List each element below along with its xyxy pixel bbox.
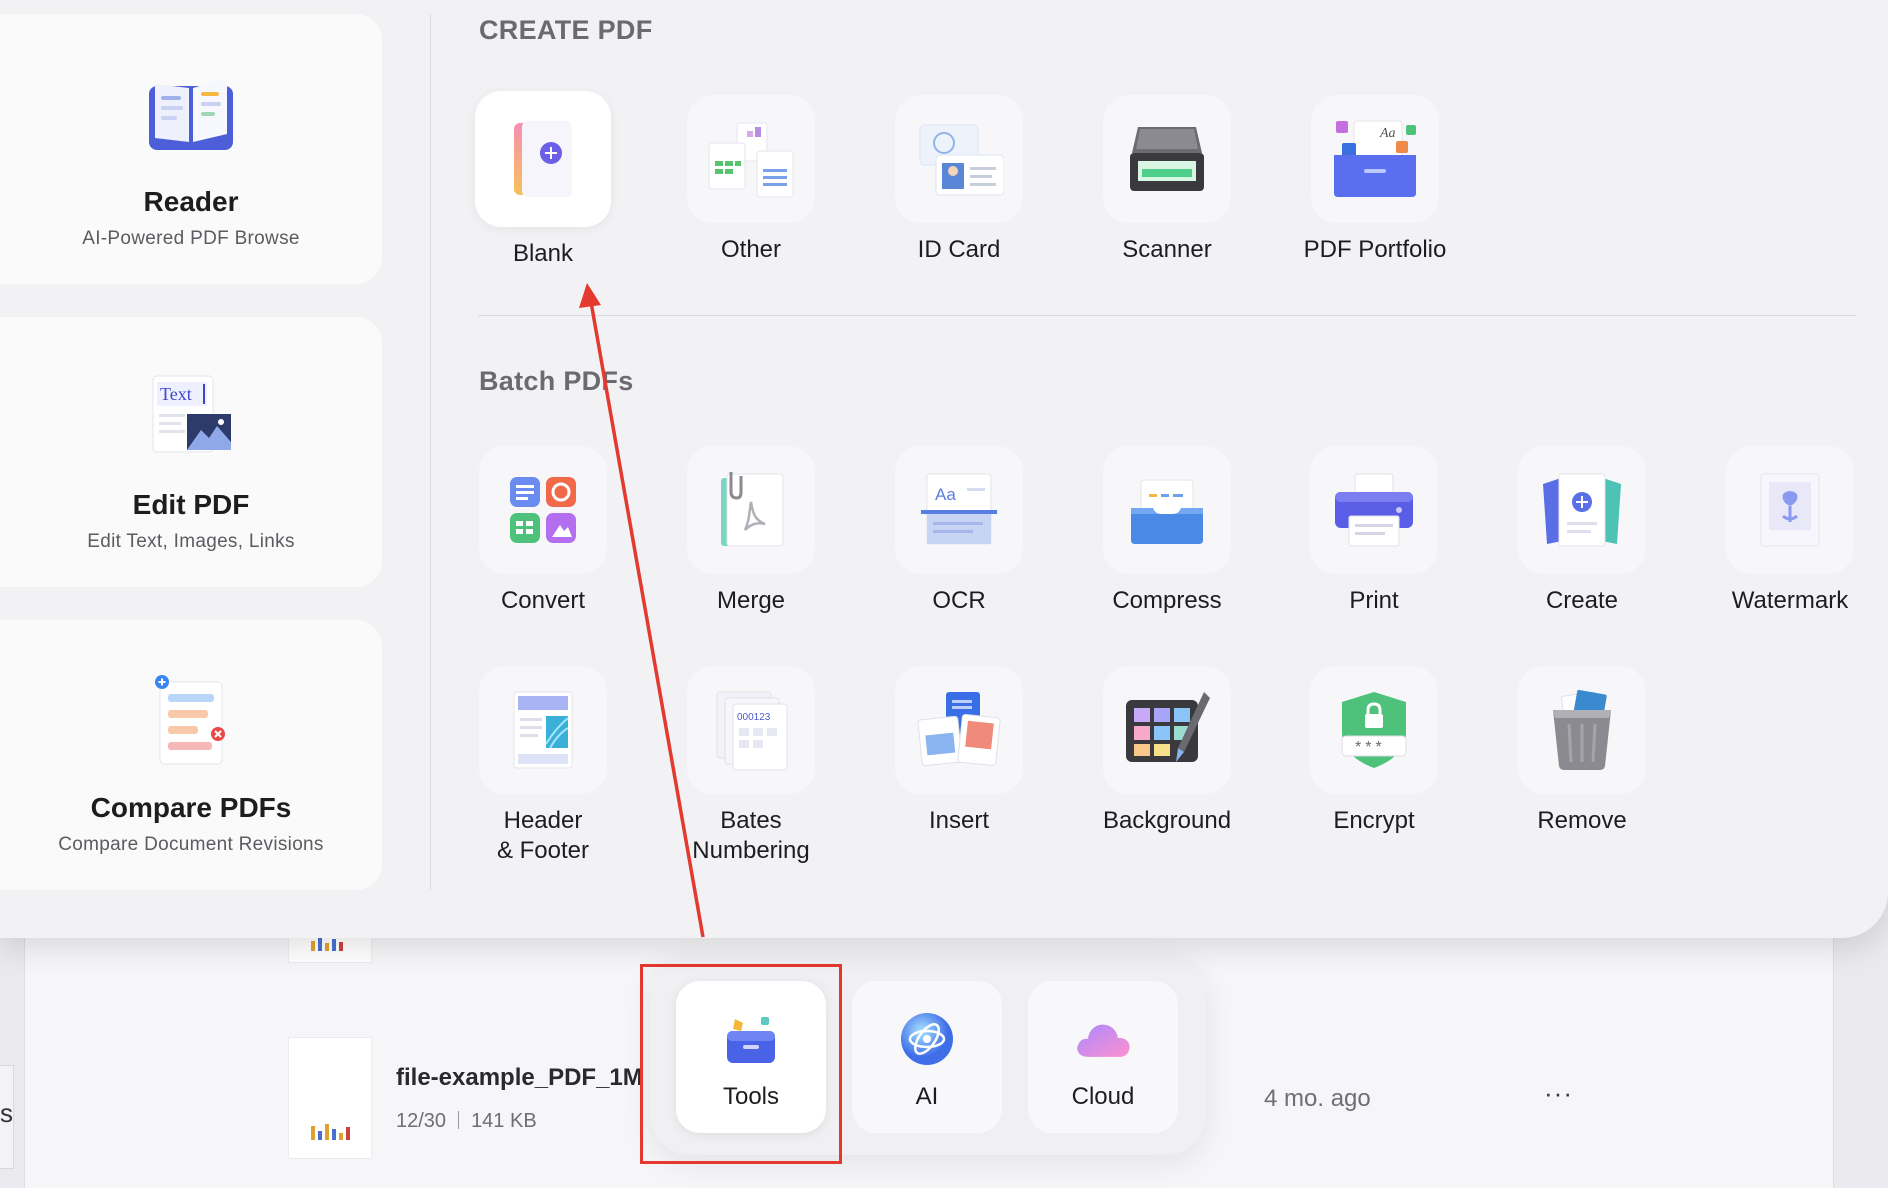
tool-label: Header & Footer (497, 806, 589, 866)
tool-watermark[interactable]: Watermark (1700, 446, 1880, 616)
tool-create[interactable]: Create (1492, 446, 1672, 616)
annotation-highlight-box (640, 964, 842, 1164)
remove-icon (1518, 666, 1646, 794)
tool-bates-numbering[interactable]: 000123 Bates Numbering (661, 666, 841, 866)
vertical-divider (430, 14, 431, 890)
tool-label: ID Card (917, 236, 1001, 263)
watermark-icon (1726, 446, 1854, 574)
file-name[interactable]: file-example_PDF_1M (396, 1064, 643, 1092)
tool-encrypt[interactable]: *** Encrypt (1284, 666, 1464, 836)
tool-label: PDF Portfolio (1303, 236, 1447, 263)
other-files-icon (687, 95, 815, 223)
card-title: Edit PDF (132, 489, 250, 520)
section-divider (478, 315, 1856, 316)
bates-icon-text: 000123 (737, 712, 771, 723)
ai-icon (897, 1009, 957, 1069)
card-subtitle: AI-Powered PDF Browse (82, 228, 300, 249)
edit-pdf-card[interactable]: Text Edit PDF Edit Text, Images, Links (0, 317, 382, 587)
tool-label: Encrypt (1333, 807, 1415, 834)
tool-header-footer[interactable]: Header & Footer (453, 666, 633, 866)
tool-convert[interactable]: Convert (453, 446, 633, 616)
blank-page-icon (475, 91, 611, 227)
insert-icon (895, 666, 1023, 794)
ocr-icon-text: Aa (935, 485, 956, 504)
dock-item-label: Cloud (1071, 1083, 1135, 1110)
tool-compress[interactable]: Compress (1077, 446, 1257, 616)
convert-icon (479, 446, 607, 574)
portfolio-icon: Aa (1311, 95, 1439, 223)
tool-id-card[interactable]: ID Card (869, 95, 1049, 265)
create-icon (1518, 446, 1646, 574)
dock-item-label: AI (915, 1083, 939, 1110)
create-pdf-heading: CREATE PDF (479, 15, 653, 45)
bates-numbering-icon: 000123 (687, 666, 815, 794)
tool-label: Merge (716, 587, 786, 614)
reader-card[interactable]: Reader AI-Powered PDF Browse (0, 14, 382, 284)
tool-scanner[interactable]: Scanner (1077, 95, 1257, 265)
tool-label: OCR (932, 587, 986, 614)
edit-text-icon: Text (136, 367, 246, 467)
tool-label: Compress (1112, 587, 1222, 614)
background-icon (1103, 666, 1231, 794)
encrypt-icon-text: *** (1355, 739, 1386, 756)
tool-label-line: Numbering (692, 837, 810, 864)
card-subtitle: Edit Text, Images, Links (87, 531, 295, 552)
portfolio-icon-text: Aa (1379, 126, 1396, 141)
tool-label: Create (1545, 587, 1619, 614)
tool-insert[interactable]: Insert (869, 666, 1049, 836)
scanner-icon (1103, 95, 1231, 223)
edit-icon-text: Text (160, 384, 192, 404)
more-options-button[interactable]: ··· (1544, 1078, 1573, 1109)
dock-ai-button[interactable]: AI (852, 981, 1002, 1133)
ocr-icon: Aa (895, 446, 1023, 574)
file-meta: 12/30 141 KB (396, 1110, 537, 1133)
id-card-icon (895, 95, 1023, 223)
file-thumbnail[interactable] (289, 1038, 371, 1158)
tool-label: Watermark (1731, 587, 1849, 614)
tool-label: Insert (928, 807, 990, 834)
header-footer-icon (479, 666, 607, 794)
encrypt-icon: *** (1310, 666, 1438, 794)
dock-cloud-button[interactable]: Cloud (1028, 981, 1178, 1133)
cloud-icon (1073, 1009, 1133, 1069)
print-icon (1310, 446, 1438, 574)
tool-merge[interactable]: Merge (661, 446, 841, 616)
book-icon (136, 64, 246, 164)
tool-label: Print (1349, 587, 1399, 614)
tool-remove[interactable]: Remove (1492, 666, 1672, 836)
tool-label: Scanner (1122, 236, 1212, 263)
tool-background[interactable]: Background (1077, 666, 1257, 836)
tool-label-line: Header (503, 807, 583, 834)
tool-label: Background (1102, 807, 1232, 834)
tool-print[interactable]: Print (1284, 446, 1464, 616)
compress-icon (1103, 446, 1231, 574)
card-title: Compare PDFs (90, 792, 292, 823)
tool-other[interactable]: Other (661, 95, 841, 265)
card-subtitle: Compare Document Revisions (58, 834, 324, 855)
tool-ocr[interactable]: Aa OCR (869, 446, 1049, 616)
tool-label: Blank (512, 240, 574, 267)
file-size: 141 KB (471, 1110, 537, 1132)
tool-pdf-portfolio[interactable]: Aa PDF Portfolio (1285, 95, 1465, 265)
tool-label: Convert (500, 587, 586, 614)
tool-label: Other (720, 236, 782, 263)
tool-label: Remove (1537, 807, 1627, 834)
tool-blank[interactable]: Blank (453, 91, 633, 269)
file-pages: 12/30 (396, 1110, 447, 1132)
tool-label-line: Bates (720, 807, 782, 834)
compare-icon (136, 670, 246, 770)
file-modified-time: 4 mo. ago (1264, 1085, 1371, 1112)
batch-pdfs-heading: Batch PDFs (479, 366, 634, 396)
tools-popup-panel: Reader AI-Powered PDF Browse Text Edit P… (0, 0, 1888, 938)
card-title: Reader (143, 186, 239, 217)
tool-label-line: & Footer (496, 837, 590, 864)
tool-label: Bates Numbering (692, 806, 809, 866)
background-partial-text: s (0, 1098, 13, 1128)
merge-icon (687, 446, 815, 574)
compare-pdfs-card[interactable]: Compare PDFs Compare Document Revisions (0, 620, 382, 890)
